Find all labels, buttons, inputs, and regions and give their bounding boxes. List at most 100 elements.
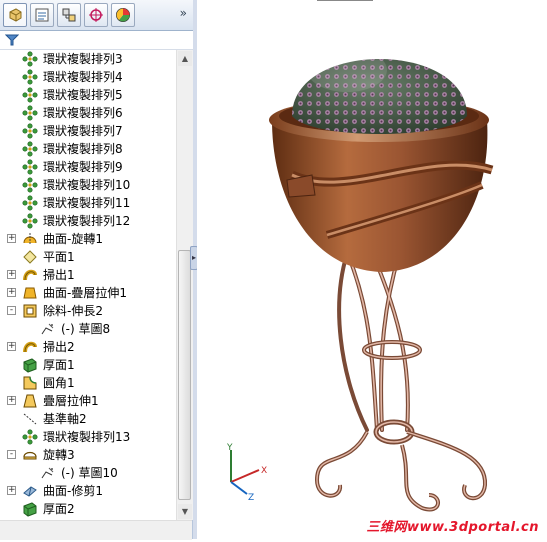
feature-tree-item-label: 環狀複製排列5 xyxy=(43,88,123,102)
expand-icon[interactable]: + xyxy=(7,234,16,243)
scrollbar-thumb[interactable] xyxy=(178,250,191,500)
configuration-manager-icon xyxy=(62,8,76,22)
property-manager-icon xyxy=(35,8,49,22)
feature-tree-item[interactable]: 環狀複製排列4 xyxy=(0,68,176,86)
triad-z-label: Z xyxy=(248,493,254,503)
circular-pattern-icon xyxy=(22,213,38,229)
circular-pattern-icon xyxy=(22,69,38,85)
filter-icon[interactable] xyxy=(5,33,19,47)
scroll-up-icon[interactable]: ▲ xyxy=(178,51,192,66)
vertical-scrollbar[interactable]: ▲ ▼ xyxy=(176,50,193,520)
coordinate-triad: Y X Z xyxy=(226,443,267,503)
scroll-down-icon[interactable]: ▼ xyxy=(178,504,192,519)
surface-loft-icon xyxy=(23,287,37,299)
configuration-manager-tab[interactable] xyxy=(57,3,81,27)
feature-tree-item-label: 圓角1 xyxy=(43,376,75,390)
feature-tree-item[interactable]: (-) 草圖8 xyxy=(0,320,176,338)
circular-pattern-icon xyxy=(22,105,38,121)
feature-tree-item-label: 環狀複製排列3 xyxy=(43,52,123,66)
feature-manager-icon xyxy=(9,8,22,22)
feature-tree-item-label: 曲面-旋轉1 xyxy=(43,232,103,246)
feature-tree-item[interactable]: + 掃出1 xyxy=(0,266,176,284)
feature-tree-item-label: 環狀複製排列13 xyxy=(43,430,131,444)
collapse-icon[interactable]: - xyxy=(7,450,16,459)
feature-tree-item[interactable]: + 疊層拉伸1 xyxy=(0,392,176,410)
collapse-icon[interactable]: - xyxy=(7,306,16,315)
feature-tree-item[interactable]: + 曲面-旋轉1 xyxy=(0,230,176,248)
feature-tree-item[interactable]: 環狀複製排列9 xyxy=(0,158,176,176)
manager-tab-bar: » xyxy=(0,0,193,31)
sweep-icon xyxy=(23,269,37,281)
feature-tree-item-label: 環狀複製排列10 xyxy=(43,178,131,192)
feature-tree-item-label: 厚面2 xyxy=(43,502,75,516)
feature-tree-item[interactable]: (-) 草圖10 xyxy=(0,464,176,482)
plane-icon xyxy=(23,250,37,264)
feature-tree-item[interactable]: 平面1 xyxy=(0,248,176,266)
expand-icon[interactable]: + xyxy=(7,342,16,351)
fillet-icon xyxy=(23,376,37,390)
feature-tree-item[interactable]: 環狀複製排列3 xyxy=(0,50,176,68)
feature-tree-item[interactable]: 環狀複製排列7 xyxy=(0,122,176,140)
revolve-icon xyxy=(23,451,37,460)
feature-tree-item-label: 掃出1 xyxy=(43,268,75,282)
cut-extrude-icon xyxy=(23,304,37,318)
feature-tree-item-label: 曲面-修剪1 xyxy=(43,484,103,498)
expand-icon[interactable]: + xyxy=(7,486,16,495)
horizontal-scrollbar[interactable] xyxy=(0,520,192,540)
feature-tree-item[interactable]: 圓角1 xyxy=(0,374,176,392)
dimxpert-manager-tab[interactable] xyxy=(84,3,108,27)
triad-x-label: X xyxy=(261,466,267,476)
feature-tree-item-label: 平面1 xyxy=(43,250,75,264)
feature-tree-item[interactable]: + 掃出2 xyxy=(0,338,176,356)
thicken-icon xyxy=(23,358,37,373)
feature-tree-item[interactable]: 基準軸2 xyxy=(0,410,176,428)
expand-icon[interactable]: + xyxy=(7,288,16,297)
feature-tree-item-label: 除料-伸長2 xyxy=(43,304,103,318)
feature-tree-item-label: 環狀複製排列6 xyxy=(43,106,123,120)
circular-pattern-icon xyxy=(22,429,38,445)
surface-revolve-icon xyxy=(23,233,37,245)
circular-pattern-icon xyxy=(22,87,38,103)
circular-pattern-icon xyxy=(22,51,38,67)
expand-icon[interactable]: + xyxy=(7,270,16,279)
watermark-text: 三维网www.3dportal.cn xyxy=(366,520,539,535)
sketch-icon xyxy=(41,467,54,479)
property-manager-tab[interactable] xyxy=(30,3,54,27)
feature-tree-item-label: 基準軸2 xyxy=(43,412,87,426)
feature-tree-item[interactable]: + 曲面-修剪1 xyxy=(0,482,176,500)
feature-tree-item-label: 旋轉3 xyxy=(43,448,75,462)
circular-pattern-icon xyxy=(22,141,38,157)
sweep-icon xyxy=(23,341,37,353)
feature-tree-item-label: 掃出2 xyxy=(43,340,75,354)
more-tabs-button[interactable]: » xyxy=(180,6,187,20)
graphics-viewport[interactable]: Y X Z 三维网www.3dportal.cn xyxy=(197,0,547,539)
model-render: Y X Z xyxy=(226,0,494,512)
feature-tree-item-label: (-) 草圖10 xyxy=(61,466,118,480)
feature-tree-item[interactable]: 環狀複製排列12 xyxy=(0,212,176,230)
dimxpert-manager-icon xyxy=(89,8,103,22)
feature-tree-item-label: 疊層拉伸1 xyxy=(43,394,99,408)
feature-manager-tab[interactable] xyxy=(3,3,27,27)
sketch-icon xyxy=(41,323,54,335)
axis-icon xyxy=(23,413,37,425)
feature-tree-item-label: 環狀複製排列4 xyxy=(43,70,123,84)
display-manager-tab[interactable] xyxy=(111,3,135,27)
feature-tree-item-label: 環狀複製排列7 xyxy=(43,124,123,138)
surface-trim-icon xyxy=(23,486,37,497)
feature-tree-item[interactable]: - 旋轉3 xyxy=(0,446,176,464)
feature-tree-item[interactable]: 環狀複製排列8 xyxy=(0,140,176,158)
expand-icon[interactable]: + xyxy=(7,396,16,405)
feature-manager-panel: » 環狀複製排列3 環狀複製排列4 環狀複製排列5 環狀複製排列6 環狀複製排列7 環狀複… xyxy=(0,0,193,540)
feature-tree-item[interactable]: 環狀複製排列10 xyxy=(0,176,176,194)
feature-tree-item[interactable]: 厚面2 xyxy=(0,500,176,518)
feature-tree-item[interactable]: - 除料-伸長2 xyxy=(0,302,176,320)
feature-tree-item[interactable]: 厚面1 xyxy=(0,356,176,374)
filter-row xyxy=(0,31,193,50)
feature-tree-item-label: 厚面1 xyxy=(43,358,75,372)
feature-tree-item[interactable]: 環狀複製排列13 xyxy=(0,428,176,446)
feature-tree-item[interactable]: 環狀複製排列11 xyxy=(0,194,176,212)
circular-pattern-icon xyxy=(22,123,38,139)
feature-tree-item[interactable]: + 曲面-疊層拉伸1 xyxy=(0,284,176,302)
feature-tree-item[interactable]: 環狀複製排列5 xyxy=(0,86,176,104)
feature-tree-item[interactable]: 環狀複製排列6 xyxy=(0,104,176,122)
